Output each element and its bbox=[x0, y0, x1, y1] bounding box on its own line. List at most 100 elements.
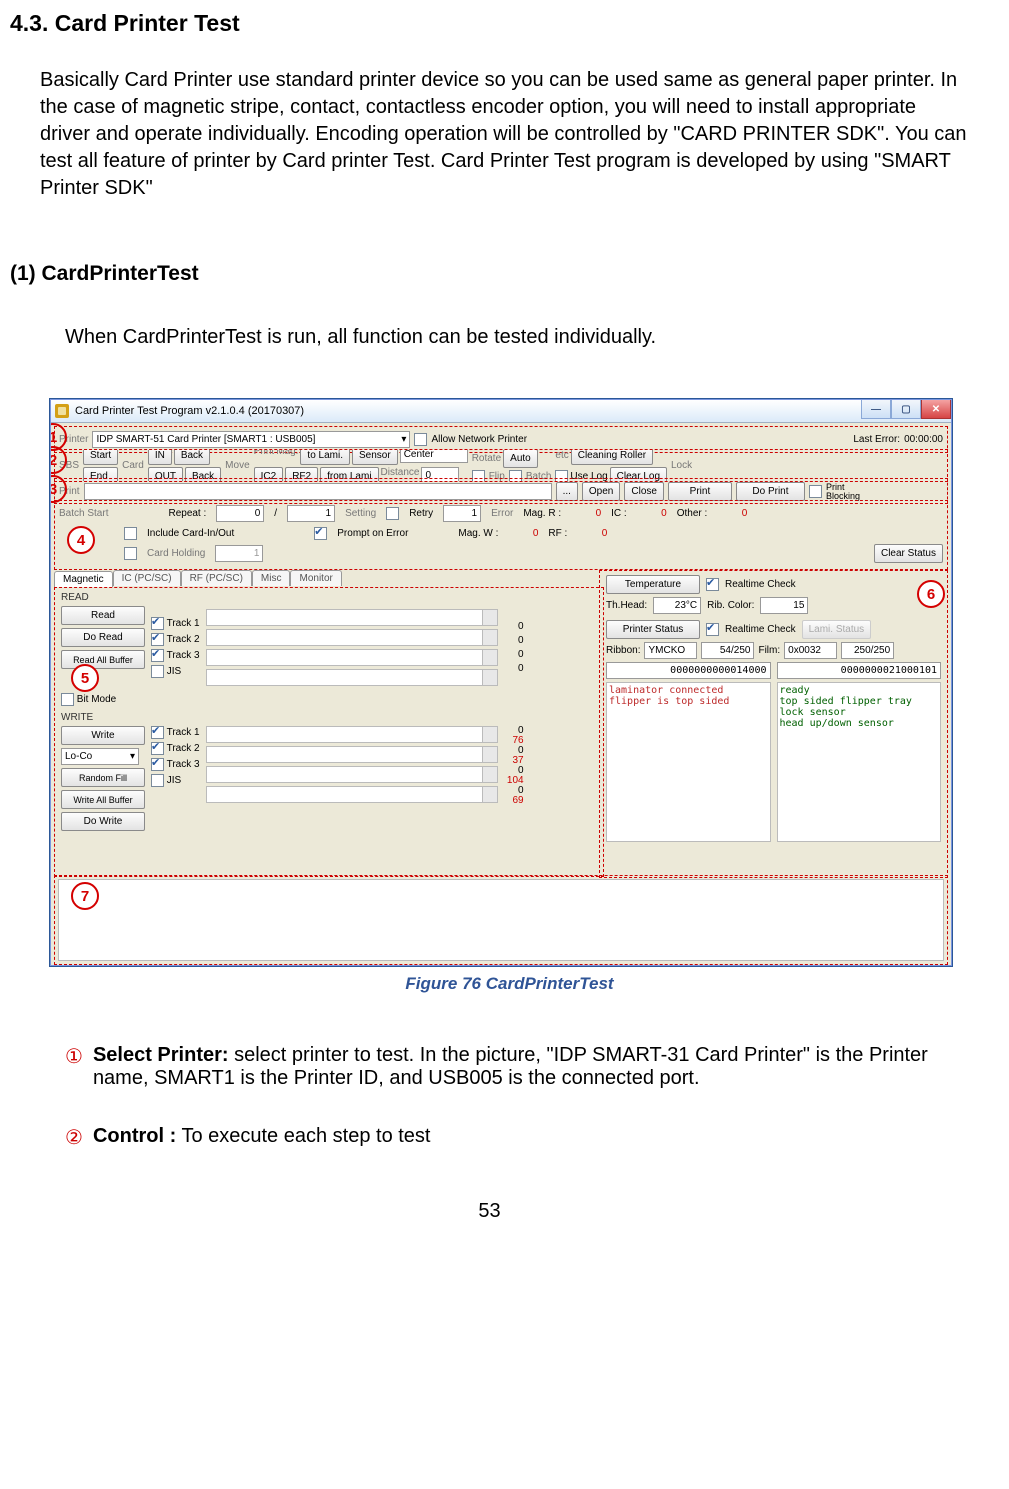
cardholding-field[interactable]: 1 bbox=[215, 545, 263, 562]
minimize-button[interactable]: — bbox=[861, 400, 891, 419]
auto-button[interactable]: Auto bbox=[503, 449, 538, 468]
list-number-1: ① bbox=[65, 1044, 83, 1090]
ribbon-type: YMCKO bbox=[644, 642, 697, 659]
section-intro: Basically Card Printer use standard prin… bbox=[40, 67, 969, 202]
r-t1-input[interactable] bbox=[206, 609, 498, 626]
sensor-button[interactable]: Sensor bbox=[352, 449, 398, 465]
list-text-2: To execute each step to test bbox=[176, 1125, 430, 1147]
chevron-down-icon: ▾ bbox=[401, 434, 406, 445]
tab-misc[interactable]: Misc bbox=[252, 570, 291, 586]
w-t3-checkbox[interactable] bbox=[151, 758, 164, 771]
r-jis-checkbox[interactable] bbox=[151, 665, 164, 678]
status-panel: Temperature Realtime Check Th.Head: 23°C… bbox=[599, 570, 948, 878]
tab-rf[interactable]: RF (PC/SC) bbox=[181, 570, 252, 586]
cleaning-button[interactable]: Cleaning Roller bbox=[571, 449, 653, 465]
loco-dropdown[interactable]: Lo-Co▾ bbox=[61, 748, 139, 765]
close-button[interactable]: ✕ bbox=[921, 400, 951, 419]
retry-label: Retry bbox=[409, 508, 433, 519]
rotate-label: Rotate bbox=[472, 453, 501, 464]
r-t3-checkbox[interactable] bbox=[151, 649, 164, 662]
print-path-field[interactable] bbox=[84, 483, 552, 500]
list-bold-1: Select Printer: bbox=[93, 1044, 229, 1066]
maximize-button[interactable]: ▢ bbox=[891, 400, 921, 419]
other-label: Other : bbox=[677, 508, 708, 519]
printblocking-label: Print Blocking bbox=[826, 483, 860, 501]
tab-ic[interactable]: IC (PC/SC) bbox=[113, 570, 181, 586]
write-button[interactable]: Write bbox=[61, 726, 145, 745]
tolami-button[interactable]: to Lami. bbox=[300, 449, 350, 465]
doread-button[interactable]: Do Read bbox=[61, 628, 145, 647]
randomfill-button[interactable]: Random Fill bbox=[61, 768, 145, 787]
readall-button[interactable]: Read All Buffer bbox=[61, 650, 145, 669]
writeall-button[interactable]: Write All Buffer bbox=[61, 790, 145, 809]
list-item: ② Control : To execute each step to test bbox=[65, 1125, 969, 1150]
printer-dropdown[interactable]: IDP SMART-51 Card Printer [SMART1 : USB0… bbox=[92, 431, 410, 448]
bitmode-label: Bit Mode bbox=[77, 694, 116, 705]
r-t1-label: Track 1 bbox=[167, 618, 200, 629]
doprint-button[interactable]: Do Print bbox=[736, 482, 805, 501]
printerstatus-button[interactable]: Printer Status bbox=[606, 620, 700, 639]
log-textarea[interactable] bbox=[58, 879, 944, 961]
repeat-done: 0 bbox=[216, 505, 264, 522]
retry-checkbox[interactable] bbox=[386, 507, 399, 520]
subsection-desc: When CardPrinterTest is run, all functio… bbox=[65, 326, 969, 349]
browse-button[interactable]: ... bbox=[556, 482, 578, 501]
realtime1-label: Realtime Check bbox=[725, 579, 796, 590]
w-jis-input[interactable] bbox=[206, 786, 498, 803]
app-icon bbox=[55, 404, 69, 418]
realtime1-checkbox[interactable] bbox=[706, 578, 719, 591]
include-cardio-checkbox[interactable] bbox=[124, 527, 137, 540]
r-t1-checkbox[interactable] bbox=[151, 617, 164, 630]
thhead-value: 23°C bbox=[653, 597, 701, 614]
batch-panel: Batch Start Repeat : 0 / 1 Setting Retry… bbox=[54, 500, 948, 570]
r-t2-input[interactable] bbox=[206, 629, 498, 646]
center-field[interactable]: Center bbox=[400, 449, 468, 463]
prompt-checkbox[interactable] bbox=[314, 527, 327, 540]
r-jis-label: JIS bbox=[167, 666, 181, 677]
retry-field[interactable]: 1 bbox=[443, 505, 481, 522]
include-cardio-label: Include Card-In/Out bbox=[147, 528, 234, 539]
ribcolor-label: Rib. Color: bbox=[707, 600, 754, 611]
start-button[interactable]: Start bbox=[83, 449, 118, 465]
repeat-divider: / bbox=[274, 508, 277, 519]
print-button[interactable]: Print bbox=[668, 482, 732, 501]
r-t2-checkbox[interactable] bbox=[151, 633, 164, 646]
bitmode-checkbox[interactable] bbox=[61, 693, 74, 706]
cardholding-checkbox[interactable] bbox=[124, 547, 137, 560]
repeat-total[interactable]: 1 bbox=[287, 505, 335, 522]
clearstatus-button[interactable]: Clear Status bbox=[874, 544, 943, 563]
batchstart-label: Batch Start bbox=[59, 508, 108, 519]
read-button[interactable]: Read bbox=[61, 606, 145, 625]
tab-monitor[interactable]: Monitor bbox=[290, 570, 341, 586]
tab-magnetic[interactable]: Magnetic bbox=[54, 571, 113, 587]
w-t2-input[interactable] bbox=[206, 746, 498, 763]
annot-4: 4 bbox=[67, 526, 95, 554]
r-jis-input[interactable] bbox=[206, 669, 498, 686]
move-print-label: Print bbox=[254, 449, 275, 465]
other-value: 0 bbox=[717, 508, 747, 519]
close-print-button[interactable]: Close bbox=[624, 482, 664, 501]
in-button[interactable]: IN bbox=[148, 449, 172, 465]
w-t2-checkbox[interactable] bbox=[151, 742, 164, 755]
allow-network-checkbox[interactable] bbox=[414, 433, 427, 446]
w-t3-input[interactable] bbox=[206, 766, 498, 783]
r-t3-input[interactable] bbox=[206, 649, 498, 666]
temperature-button[interactable]: Temperature bbox=[606, 575, 700, 594]
window-title: Card Printer Test Program v2.1.0.4 (2017… bbox=[75, 405, 304, 417]
title-bar[interactable]: Card Printer Test Program v2.1.0.4 (2017… bbox=[51, 400, 951, 423]
ribcolor-value: 15 bbox=[760, 597, 808, 614]
realtime2-checkbox[interactable] bbox=[706, 623, 719, 636]
w-t1-checkbox[interactable] bbox=[151, 726, 164, 739]
w-t1-label: Track 1 bbox=[167, 727, 200, 738]
page-number: 53 bbox=[10, 1200, 969, 1223]
printblocking-checkbox[interactable] bbox=[809, 485, 822, 498]
last-error-label: Last Error: bbox=[853, 434, 900, 445]
annot-6: 6 bbox=[917, 580, 945, 608]
figure-caption: Figure 76 CardPrinterTest bbox=[50, 974, 969, 994]
dowrite-button[interactable]: Do Write bbox=[61, 812, 145, 831]
back-button-top[interactable]: Back bbox=[174, 449, 210, 465]
w-t1-input[interactable] bbox=[206, 726, 498, 743]
w-jis-checkbox[interactable] bbox=[151, 774, 164, 787]
lamistatus-button[interactable]: Lami. Status bbox=[802, 620, 872, 639]
open-button[interactable]: Open bbox=[582, 482, 620, 501]
